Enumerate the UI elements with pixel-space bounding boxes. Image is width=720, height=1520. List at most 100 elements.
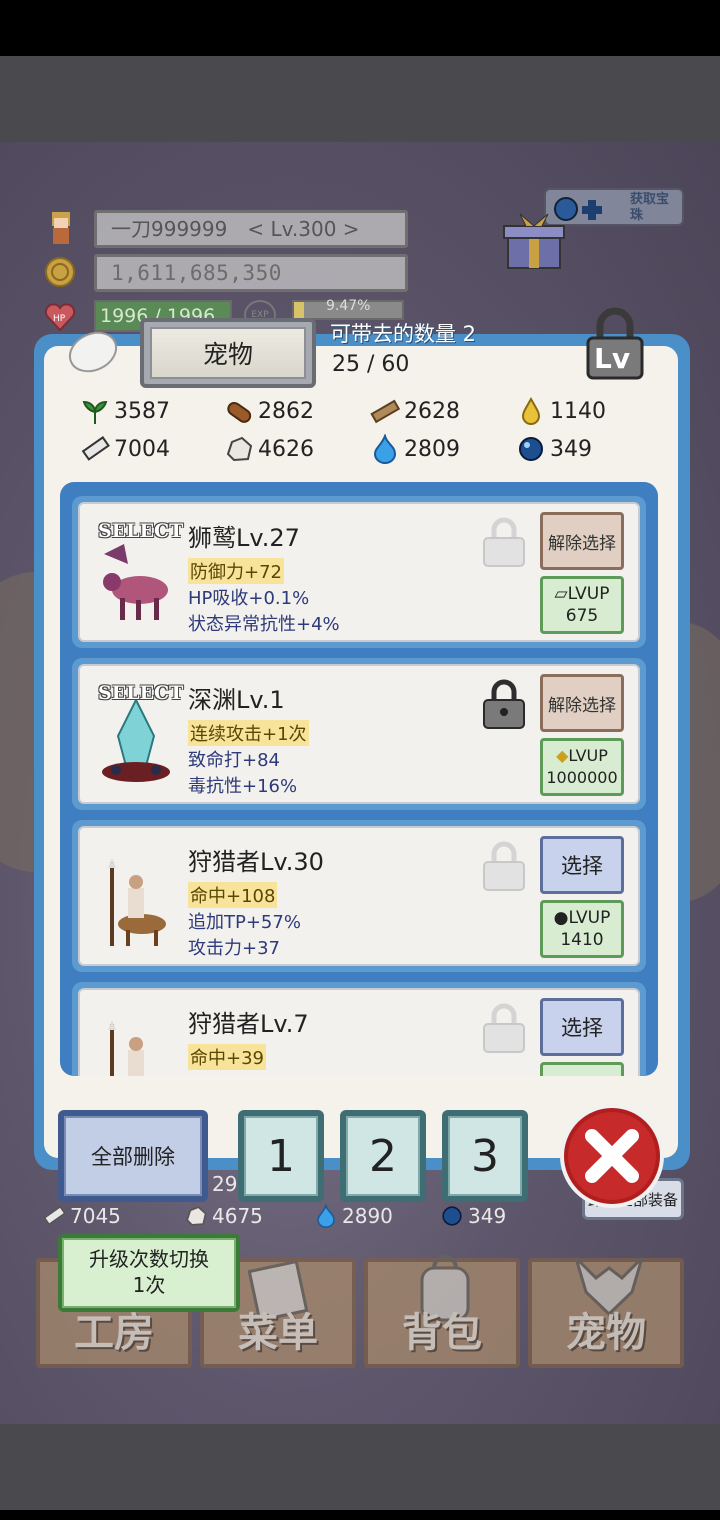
pet-stat: 命中+108: [188, 882, 278, 908]
lvup-button[interactable]: ◆LVUP 1000000: [540, 738, 624, 796]
select-button[interactable]: 选择: [540, 836, 624, 894]
bottom-edge: [0, 1510, 720, 1520]
player-avatar: [44, 210, 78, 248]
exp-percent: 9.47%: [326, 298, 371, 314]
get-orb-label: 获取宝珠: [630, 192, 670, 223]
resource-value: 4626: [258, 436, 314, 462]
griffin-sprite-icon: [103, 544, 168, 620]
slot-3-button[interactable]: 3: [442, 1110, 528, 1202]
select-tag: SELECT: [98, 682, 184, 704]
upgrade-count-label: 升级次数切换 1次: [62, 1238, 236, 1308]
pet-card-body: 狩猎者Lv.7 命中+39 选择: [78, 988, 640, 1076]
delete-all-label: 全部删除: [64, 1116, 202, 1196]
resource-value: 3587: [114, 398, 170, 424]
resource-value: 349: [468, 1204, 507, 1228]
resource-value: 2890: [342, 1204, 393, 1228]
pet-stat: 追加TP+57%: [188, 912, 301, 933]
resource-flame: 2809: [370, 434, 460, 464]
resource-oil: 1140: [516, 396, 606, 426]
pet-card-body: SELECT 狮鹫Lv.27 防御力+72 HP吸收+0.1% 状态异常抗性+4…: [78, 502, 640, 642]
whetstone-icon: [43, 1205, 66, 1226]
resource-value: 4675: [212, 1204, 263, 1228]
resource-value: 2862: [258, 398, 314, 424]
nav-bag[interactable]: 背包: [364, 1255, 520, 1368]
close-button[interactable]: [560, 1104, 664, 1208]
player-name-level: 一刀999999 < Lv.300 >: [94, 210, 408, 248]
nav-pets-label: 宠物: [566, 1310, 646, 1356]
oil-drop-icon: [521, 396, 541, 425]
resource-value: 1140: [550, 398, 606, 424]
pet-card[interactable]: SELECT 深渊Lv.1 连续攻击+1次 致命打+84 毒抗性+16% 解除选…: [72, 658, 646, 810]
upgrade-line-1: 升级次数切换: [89, 1247, 209, 1271]
status-bar: [0, 0, 720, 56]
select-tag: SELECT: [98, 520, 184, 542]
exp-bar-fill: [294, 302, 305, 318]
bg-resource-orb: 349: [440, 1204, 506, 1228]
nav-pets[interactable]: 宠物: [528, 1256, 684, 1368]
lv-icon-label: Lv: [594, 342, 631, 375]
pet-card[interactable]: 狩猎者Lv.30 命中+108 追加TP+57% 攻击力+37 选择 ●LVUP…: [72, 820, 646, 972]
top-band: [0, 56, 720, 142]
ore-icon: ●: [553, 908, 569, 928]
bottom-band: [0, 1424, 720, 1520]
bg-resource-flame: 2890: [314, 1204, 393, 1228]
lock-closed-icon[interactable]: [480, 676, 528, 730]
slot-2-label: 2: [346, 1116, 420, 1196]
bg-partial-value: 29: [212, 1172, 238, 1196]
lock-open-icon[interactable]: [480, 1000, 528, 1054]
whetstone-icon: ▱: [554, 584, 568, 604]
pet-stat: HP吸收+0.1%: [188, 588, 310, 609]
slot-2-button[interactable]: 2: [340, 1110, 426, 1202]
lock-level-button[interactable]: Lv: [580, 304, 650, 382]
orb-icon: [519, 437, 543, 461]
deselect-button[interactable]: 解除选择: [540, 512, 624, 570]
pet-list[interactable]: SELECT 狮鹫Lv.27 防御力+72 HP吸收+0.1% 状态异常抗性+4…: [60, 482, 658, 1076]
tab-pets[interactable]: 宠物: [140, 318, 316, 388]
lvup-cost: 1000000: [546, 768, 618, 787]
herb-icon: [82, 400, 108, 424]
bg-resource-ore: 4675: [184, 1204, 263, 1228]
egg-icon: [66, 328, 120, 376]
lvup-cost: 675: [565, 606, 599, 626]
resource-value: 349: [550, 436, 592, 462]
pet-card-body: 狩猎者Lv.30 命中+108 追加TP+57% 攻击力+37 选择 ●LVUP…: [78, 826, 640, 966]
lock-open-icon[interactable]: [480, 514, 528, 568]
blue-flame-icon: [317, 1204, 335, 1228]
pet-card[interactable]: SELECT 狮鹫Lv.27 防御力+72 HP吸收+0.1% 状态异常抗性+4…: [72, 496, 646, 648]
pet-stat: 命中+39: [188, 1044, 266, 1070]
lvup-label: ▱LVUP: [543, 583, 621, 605]
hunter-sprite-icon: [108, 858, 166, 946]
delete-all-button[interactable]: 全部删除: [58, 1110, 208, 1202]
lvup-label: ◆LVUP: [543, 745, 621, 767]
lock-open-icon[interactable]: [480, 838, 528, 892]
pet-card[interactable]: 狩猎者Lv.7 命中+39 选择: [72, 982, 646, 1076]
select-button[interactable]: 选择: [540, 998, 624, 1056]
lvup-button[interactable]: [540, 1062, 624, 1076]
upgrade-line-2: 1次: [132, 1273, 166, 1297]
pet-stat: 防御力+72: [188, 558, 284, 584]
pet-name: 狩猎者Lv.30: [188, 848, 324, 876]
gold-coin-icon: [44, 256, 76, 288]
slot-1-button[interactable]: 1: [238, 1110, 324, 1202]
upgrade-count-toggle[interactable]: 升级次数切换 1次: [58, 1234, 240, 1312]
deselect-button[interactable]: 解除选择: [540, 674, 624, 732]
orb-icon: [442, 1206, 462, 1226]
oil-drop-icon: ◆: [556, 746, 569, 765]
lvup-button[interactable]: ▱LVUP 675: [540, 576, 624, 634]
slot-1-label: 1: [244, 1116, 318, 1196]
lvup-text: LVUP: [567, 584, 610, 604]
resource-herb: 3587: [80, 396, 170, 426]
pet-name: 狮鹫Lv.27: [188, 524, 300, 552]
wood-log-icon: [227, 401, 252, 423]
lvup-cost: 1410: [560, 930, 604, 950]
resource-value: 2809: [404, 436, 460, 462]
pet-stat: 连续攻击+1次: [188, 720, 309, 746]
lvup-text: LVUP: [568, 908, 611, 928]
pet-stat: 攻击力+37: [188, 938, 280, 959]
close-icon: [568, 1112, 656, 1200]
gift-box-icon[interactable]: [502, 212, 566, 272]
pet-stat: 状态异常抗性+4%: [188, 614, 340, 635]
hunter-sprite-icon: [108, 1020, 144, 1076]
lvup-button[interactable]: ●LVUP 1410: [540, 900, 624, 958]
lvup-label: ●LVUP: [543, 907, 621, 929]
